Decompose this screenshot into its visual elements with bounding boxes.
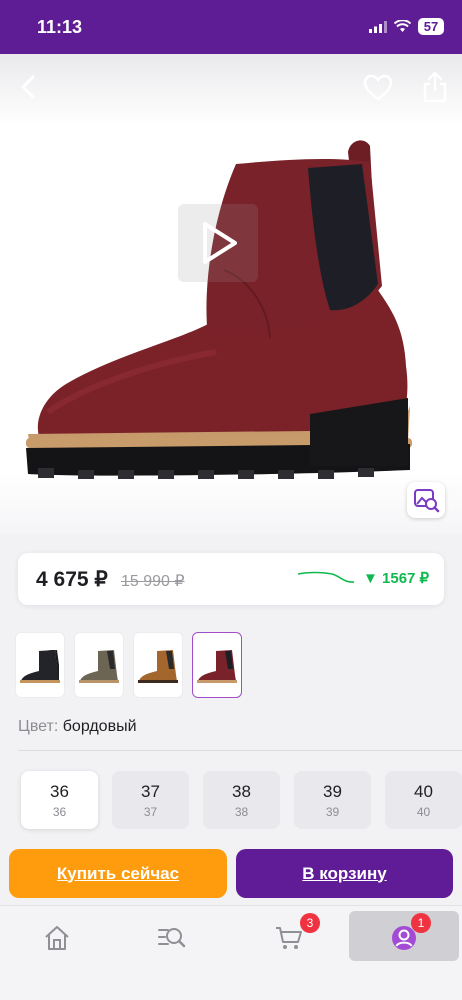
cart-icon: [276, 927, 302, 949]
size-36[interactable]: 36 36: [21, 771, 98, 829]
status-bar: 11:13 57: [0, 0, 462, 54]
color-row: Цвет: бордовый: [18, 718, 137, 736]
size-label: 40: [414, 781, 433, 801]
battery-level: 57: [418, 18, 444, 35]
variant-cognac-image: [138, 650, 178, 683]
size-sublabel: 37: [143, 804, 158, 819]
variant-olive-image: [79, 650, 119, 683]
variant-burgundy-image: [197, 650, 237, 683]
visual-search-button[interactable]: [407, 482, 445, 518]
product-image: [26, 140, 412, 479]
size-40[interactable]: 40 40: [385, 771, 462, 829]
variant-burgundy[interactable]: [192, 632, 242, 698]
buy-now-button[interactable]: Купить сейчас: [9, 849, 227, 898]
cart-badge: 3: [300, 913, 320, 933]
size-sublabel: 40: [416, 804, 431, 819]
size-sublabel: 39: [325, 804, 340, 819]
variant-cognac[interactable]: [133, 632, 183, 698]
add-to-cart-button[interactable]: В корзину: [236, 849, 453, 898]
price-drop: ▼ 1567 ₽: [363, 570, 430, 587]
size-label: 36: [50, 781, 69, 801]
price-trend-icon: [297, 571, 355, 583]
tab-cart[interactable]: 3: [274, 911, 320, 961]
visual-search-icon: [414, 489, 440, 513]
status-time: 11:13: [37, 17, 83, 37]
size-selector: 36 36 37 37 38 38 39 39 40 40: [21, 771, 462, 829]
variant-black-image: [20, 650, 60, 683]
size-label: 37: [141, 781, 160, 801]
size-label: 39: [323, 781, 342, 801]
profile-badge: 1: [411, 913, 431, 933]
play-icon: [203, 222, 237, 264]
color-value: бордовый: [62, 718, 137, 735]
color-variants: [15, 632, 242, 698]
size-38[interactable]: 38 38: [203, 771, 280, 829]
tab-profile[interactable]: 1: [349, 911, 459, 961]
tab-catalog[interactable]: [156, 911, 196, 961]
size-sublabel: 38: [234, 804, 249, 819]
signal-icon: [369, 20, 387, 33]
share-icon[interactable]: [420, 70, 450, 104]
product-gallery[interactable]: [0, 54, 462, 534]
variant-olive[interactable]: [74, 632, 124, 698]
variant-black[interactable]: [15, 632, 65, 698]
size-37[interactable]: 37 37: [112, 771, 189, 829]
bottom-tab-bar: 3 1: [0, 905, 462, 1000]
price-card[interactable]: 4 675 ₽ 15 990 ₽ ▼ 1567 ₽: [18, 553, 444, 605]
current-price: 4 675 ₽: [36, 568, 108, 591]
home-icon: [45, 926, 69, 950]
old-price: 15 990 ₽: [121, 573, 185, 590]
wifi-icon: [394, 20, 411, 32]
size-label: 38: [232, 781, 251, 801]
play-video-button[interactable]: [178, 204, 258, 282]
heart-icon[interactable]: [362, 72, 394, 104]
catalog-search-icon: [158, 928, 186, 948]
size-sublabel: 36: [52, 804, 67, 819]
status-icons: 57: [369, 18, 444, 35]
divider: [18, 750, 462, 751]
tab-home[interactable]: [42, 911, 82, 961]
size-39[interactable]: 39 39: [294, 771, 371, 829]
back-icon[interactable]: [14, 72, 44, 102]
color-label: Цвет:: [18, 718, 59, 735]
